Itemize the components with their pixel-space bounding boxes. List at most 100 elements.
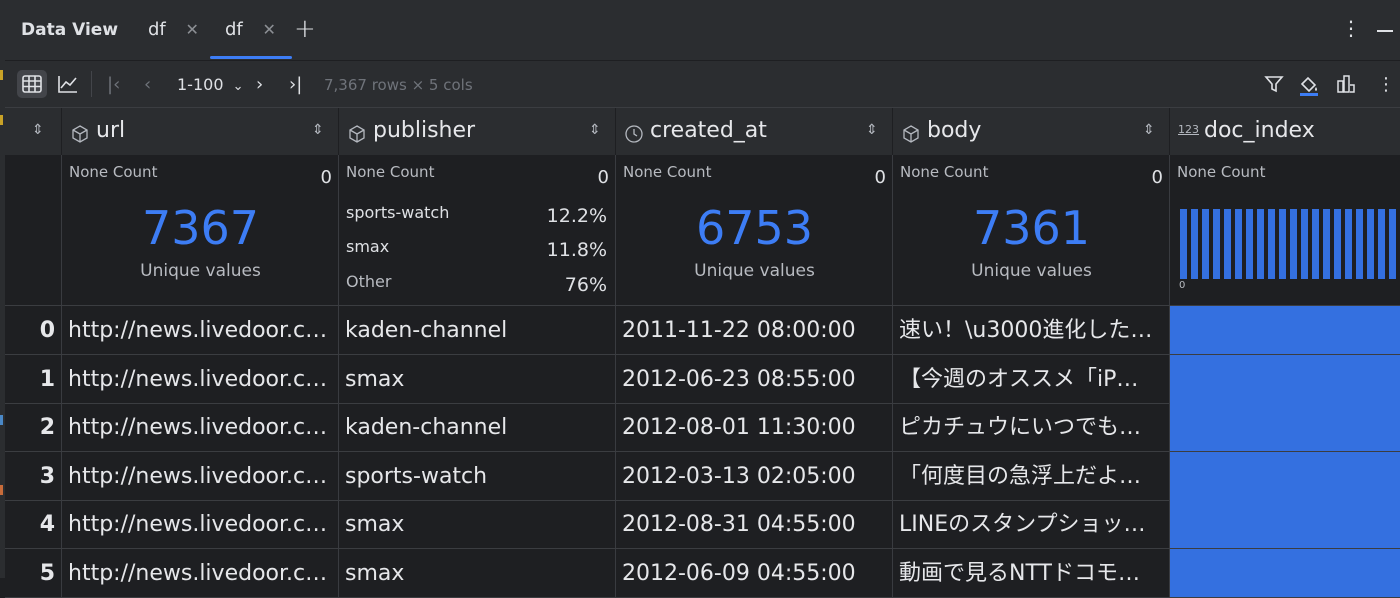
cell-created-at[interactable]: 2012-06-23 08:55:00	[615, 354, 892, 403]
column-header-body[interactable]: body ⇕	[892, 108, 1170, 156]
cell-publisher[interactable]: kaden-channel	[338, 403, 615, 451]
histogram-bar	[1312, 209, 1319, 279]
unique-label: Unique values	[971, 261, 1092, 281]
row-index[interactable]: 2	[5, 403, 61, 451]
cell-doc-index-bar[interactable]	[1169, 403, 1400, 451]
tab-df-2[interactable]: df ✕	[225, 19, 276, 43]
cell-url[interactable]: http://news.livedoor.com/article/detail/…	[61, 403, 338, 451]
cell-body[interactable]: 「何度目の急浮上だよ…	[892, 451, 1169, 500]
table-row[interactable]: 3http://news.livedoor.com/article/detail…	[5, 451, 1400, 501]
row-index[interactable]: 1	[5, 355, 61, 403]
column-stats-row: None Count 0 7367 Unique values None Cou…	[5, 155, 1400, 306]
row-index[interactable]: 0	[5, 306, 61, 354]
column-name: created_at	[650, 118, 767, 143]
top-value-pct: 12.2%	[546, 205, 607, 227]
column-header-publisher[interactable]: publisher ⇕	[338, 108, 616, 156]
chart-view-button[interactable]	[56, 72, 80, 96]
line-chart-icon	[58, 76, 77, 93]
first-page-button[interactable]: |‹	[107, 73, 120, 97]
tab-df-1[interactable]: df ✕	[148, 19, 199, 43]
row-index[interactable]: 3	[5, 452, 61, 500]
last-page-button[interactable]: ›|	[289, 73, 302, 97]
sort-icon[interactable]: ⇕	[866, 122, 878, 138]
cell-doc-index-bar[interactable]	[1169, 548, 1400, 597]
sort-icon[interactable]: ⇕	[1143, 122, 1155, 138]
close-icon[interactable]: ✕	[263, 20, 276, 39]
histogram-bar	[1235, 209, 1242, 279]
table-row[interactable]: 0http://news.livedoor.com/article/detail…	[5, 306, 1400, 355]
cell-created-at[interactable]: 2012-08-01 11:30:00	[615, 403, 892, 451]
column-header-url[interactable]: url ⇕	[61, 108, 339, 156]
cell-body[interactable]: ピカチュウにいつでも…	[892, 403, 1169, 451]
none-count-value: 0	[874, 167, 886, 188]
cell-publisher[interactable]: kaden-channel	[338, 306, 615, 354]
table-view-button[interactable]	[17, 70, 47, 98]
cube-icon	[349, 125, 365, 143]
next-page-button[interactable]: ›	[256, 73, 263, 97]
none-count-value: 0	[320, 167, 332, 188]
cube-icon	[903, 125, 919, 143]
cell-doc-index-bar[interactable]	[1169, 306, 1400, 354]
cell-doc-index-bar[interactable]	[1169, 451, 1400, 500]
cell-created-at[interactable]: 2012-03-13 02:05:00	[615, 451, 892, 500]
sort-icon[interactable]: ⇕	[589, 122, 601, 138]
none-count-label: None Count	[346, 163, 435, 181]
cell-body[interactable]: 【今週のオススメ「iP…	[892, 354, 1169, 403]
unique-count: 6753	[695, 201, 814, 255]
index-column-header[interactable]: ⇕	[5, 108, 61, 156]
column-settings-button[interactable]	[1335, 73, 1357, 97]
table-row[interactable]: 2http://news.livedoor.com/article/detail…	[5, 403, 1400, 452]
column-name: doc_index	[1204, 118, 1315, 143]
column-header-doc-index[interactable]: 123 doc_index	[1169, 108, 1400, 156]
more-options-icon[interactable]: ⋮	[1341, 16, 1361, 40]
cell-publisher[interactable]: sports-watch	[338, 451, 615, 500]
url-stats: None Count 0 7367 Unique values	[61, 155, 339, 305]
toolbar-more-icon[interactable]: ⋮	[1377, 73, 1395, 97]
clock-icon	[625, 125, 643, 143]
cell-body[interactable]: 動画で見るNTTドコモ…	[892, 548, 1169, 597]
table-row[interactable]: 1http://news.livedoor.com/article/detail…	[5, 354, 1400, 404]
cell-url[interactable]: http://news.livedoor.com/article/detail/…	[61, 306, 338, 354]
row-index[interactable]: 4	[5, 500, 61, 548]
cell-url[interactable]: http://news.livedoor.com/article/detail/…	[61, 354, 338, 403]
row-index[interactable]: 5	[5, 549, 61, 597]
unique-label: Unique values	[140, 261, 261, 281]
histogram-bar	[1213, 209, 1220, 279]
cube-icon	[72, 125, 88, 143]
cell-url[interactable]: http://news.livedoor.com/article/detail/…	[61, 500, 338, 548]
unique-label: Unique values	[694, 261, 815, 281]
minimize-icon[interactable]	[1377, 30, 1393, 32]
cell-doc-index-bar[interactable]	[1169, 500, 1400, 548]
chevron-right-icon: ›	[256, 74, 264, 95]
cell-doc-index-bar[interactable]	[1169, 354, 1400, 403]
tab-label: df	[148, 19, 166, 40]
cell-url[interactable]: http://news.livedoor.com/article/detail/…	[61, 548, 338, 597]
cell-publisher[interactable]: smax	[338, 500, 615, 548]
format-button[interactable]	[1297, 73, 1321, 97]
cell-publisher[interactable]: smax	[338, 354, 615, 403]
cell-publisher[interactable]: smax	[338, 548, 615, 597]
cell-body[interactable]: 速い！\u3000進化した…	[892, 306, 1169, 354]
column-header-created-at[interactable]: created_at ⇕	[615, 108, 893, 156]
prev-page-button[interactable]: ‹	[144, 73, 151, 97]
last-page-icon: ›|	[289, 74, 303, 95]
add-tab-icon[interactable]: +	[294, 14, 316, 44]
cell-created-at[interactable]: 2011-11-22 08:00:00	[615, 306, 892, 354]
histogram-bar	[1345, 209, 1352, 279]
cell-url[interactable]: http://news.livedoor.com/article/detail/…	[61, 451, 338, 500]
body-stats: None Count 0 7361 Unique values	[892, 155, 1170, 305]
histogram-bar	[1334, 209, 1341, 279]
table-row[interactable]: 4http://news.livedoor.com/article/detail…	[5, 500, 1400, 549]
sort-icon[interactable]: ⇕	[32, 122, 44, 138]
histogram-bar	[1279, 209, 1286, 279]
table-icon	[22, 75, 42, 93]
cell-body[interactable]: LINEのスタンプショッ…	[892, 500, 1169, 548]
cell-created-at[interactable]: 2012-08-31 04:55:00	[615, 500, 892, 548]
close-icon[interactable]: ✕	[186, 20, 199, 39]
sort-icon[interactable]: ⇕	[312, 122, 324, 138]
table-row[interactable]: 5http://news.livedoor.com/article/detail…	[5, 548, 1400, 598]
histogram-bar	[1290, 209, 1297, 279]
page-range-dropdown[interactable]: 1-100 ⌄	[177, 73, 244, 97]
cell-created-at[interactable]: 2012-06-09 04:55:00	[615, 548, 892, 597]
filter-button[interactable]	[1263, 73, 1285, 97]
